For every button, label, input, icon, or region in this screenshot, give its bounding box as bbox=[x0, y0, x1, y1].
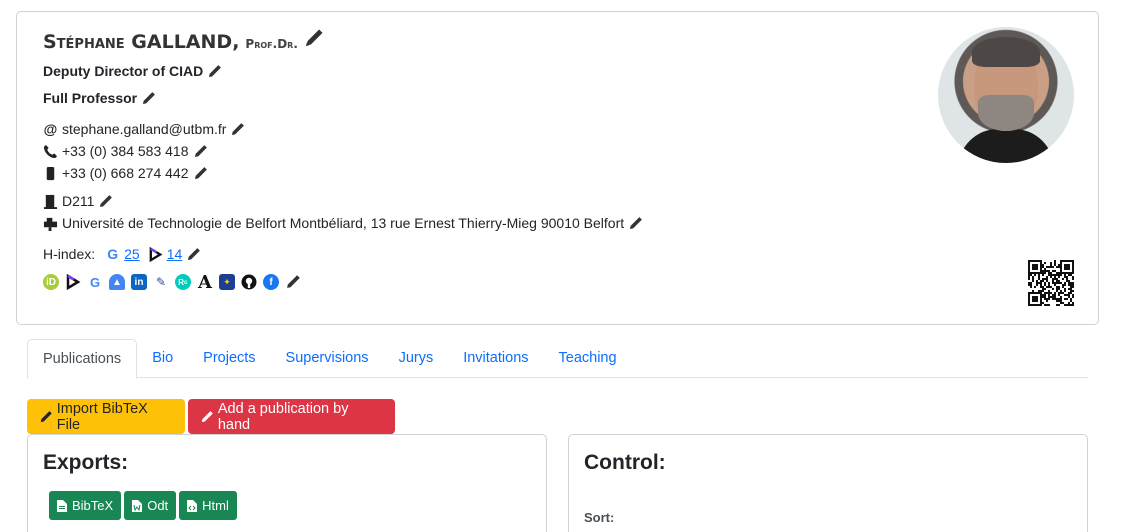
email-line: @ stephane.galland@utbm.fr bbox=[43, 121, 245, 137]
edit-grade-icon[interactable] bbox=[141, 91, 156, 106]
phone-icon bbox=[43, 144, 58, 158]
mobile-phone-icon bbox=[46, 166, 55, 180]
tab-projects[interactable]: Projects bbox=[188, 339, 270, 378]
export-bibtex-label: BibTeX bbox=[72, 498, 114, 513]
file-word-icon bbox=[132, 499, 143, 512]
position-text: Deputy Director of CIAD bbox=[43, 63, 204, 79]
control-title: Control: bbox=[584, 451, 666, 474]
import-bibtex-button[interactable]: Import BibTeX File bbox=[27, 399, 185, 434]
hindex-label: H-index: bbox=[43, 246, 96, 262]
profile-name-last: GALLAND bbox=[131, 31, 233, 53]
tab-supervisions[interactable]: Supervisions bbox=[271, 339, 384, 378]
social-links: iD G ▲ in ✎ Rc A ✦ f bbox=[43, 272, 301, 293]
hindex-google-link[interactable]: 25 bbox=[124, 246, 140, 262]
linkedin-icon[interactable]: in bbox=[131, 274, 147, 290]
hindex-line: H-index: G 25 14 bbox=[43, 246, 201, 262]
edit-social-icon[interactable] bbox=[285, 274, 301, 290]
profile-title-suffix: Prof.Dr. bbox=[245, 37, 298, 51]
tab-invitations[interactable]: Invitations bbox=[448, 339, 543, 378]
import-bibtex-label: Import BibTeX File bbox=[56, 400, 148, 433]
tab-teaching[interactable]: Teaching bbox=[544, 339, 632, 378]
mailbox-icon bbox=[43, 217, 58, 231]
dblp-icon[interactable]: ✎ bbox=[153, 274, 169, 290]
address-line: Université de Technologie de Belfort Mon… bbox=[43, 215, 643, 231]
export-odt-button[interactable]: Odt bbox=[124, 491, 177, 520]
edit-name-icon[interactable] bbox=[304, 28, 324, 48]
google-scholar-icon[interactable]: G bbox=[87, 274, 103, 290]
tab-jurys[interactable]: Jurys bbox=[384, 339, 449, 378]
add-publication-button[interactable]: Add a publication by hand bbox=[188, 399, 395, 434]
tab-bio[interactable]: Bio bbox=[137, 339, 188, 378]
grade-text: Full Professor bbox=[43, 90, 138, 106]
phone-line: +33 (0) 384 583 418 bbox=[43, 143, 208, 159]
edit-address-icon[interactable] bbox=[628, 216, 643, 231]
google-icon: G bbox=[107, 246, 119, 262]
academia-icon[interactable]: A bbox=[197, 272, 213, 293]
pencil-icon bbox=[40, 410, 52, 422]
scopus-icon bbox=[149, 246, 163, 262]
phone-text: +33 (0) 384 583 418 bbox=[62, 143, 189, 159]
avatar bbox=[938, 27, 1074, 163]
edit-email-icon[interactable] bbox=[230, 122, 245, 137]
orcid-icon[interactable]: iD bbox=[43, 274, 59, 290]
office-text: D211 bbox=[62, 193, 95, 209]
qr-code-icon[interactable] bbox=[1028, 260, 1074, 306]
exports-title: Exports: bbox=[43, 451, 129, 474]
profile-name: Stéphane GALLAND, bbox=[43, 31, 240, 53]
address-text: Université de Technologie de Belfort Mon… bbox=[62, 215, 625, 231]
exports-panel: Exports: BibTeX Odt Html bbox=[27, 434, 547, 532]
add-publication-label: Add a publication by hand bbox=[217, 400, 349, 433]
github-icon[interactable] bbox=[241, 274, 257, 290]
export-bibtex-button[interactable]: BibTeX bbox=[49, 491, 122, 520]
facebook-icon[interactable]: f bbox=[263, 274, 279, 290]
export-buttons: BibTeX Odt Html bbox=[49, 491, 237, 520]
export-html-button[interactable]: Html bbox=[179, 491, 237, 520]
profile-name-first: Stéphane bbox=[43, 31, 125, 53]
position-line: Deputy Director of CIAD bbox=[43, 63, 222, 79]
mobile-text: +33 (0) 668 274 442 bbox=[62, 165, 189, 181]
file-icon bbox=[57, 499, 67, 512]
edit-mobile-icon[interactable] bbox=[193, 166, 208, 181]
office-line: D211 bbox=[43, 193, 113, 209]
sort-label: Sort: bbox=[584, 510, 615, 525]
scopus-link-icon[interactable] bbox=[65, 274, 81, 290]
pencil-icon bbox=[201, 410, 213, 422]
profile-card: Stéphane GALLAND, Prof.Dr. Deputy Direct… bbox=[16, 11, 1099, 325]
tab-publications[interactable]: Publications bbox=[27, 339, 138, 379]
door-icon bbox=[43, 194, 58, 209]
export-odt-label: Odt bbox=[147, 498, 169, 513]
mobile-line: +33 (0) 668 274 442 bbox=[43, 165, 208, 181]
researchgate-icon[interactable]: Rc bbox=[175, 274, 191, 290]
edit-office-icon[interactable] bbox=[98, 194, 113, 209]
profile-name-line: Stéphane GALLAND, Prof.Dr. bbox=[43, 28, 324, 53]
control-panel: Control: Sort: bbox=[568, 434, 1088, 532]
grade-line: Full Professor bbox=[43, 90, 156, 106]
tab-bar: Publications Bio Projects Supervisions Jurys… bbox=[27, 339, 1088, 379]
europe-icon[interactable]: ✦ bbox=[219, 274, 235, 290]
edit-hindex-icon[interactable] bbox=[186, 247, 201, 262]
export-html-label: Html bbox=[202, 498, 229, 513]
email-text: stephane.galland@utbm.fr bbox=[62, 121, 227, 137]
at-icon: @ bbox=[43, 121, 58, 137]
edit-phone-icon[interactable] bbox=[193, 144, 208, 159]
hindex-scopus-link[interactable]: 14 bbox=[167, 246, 183, 262]
scholar-hat-icon[interactable]: ▲ bbox=[109, 274, 125, 290]
edit-position-icon[interactable] bbox=[207, 64, 222, 79]
file-code-icon bbox=[187, 499, 198, 512]
